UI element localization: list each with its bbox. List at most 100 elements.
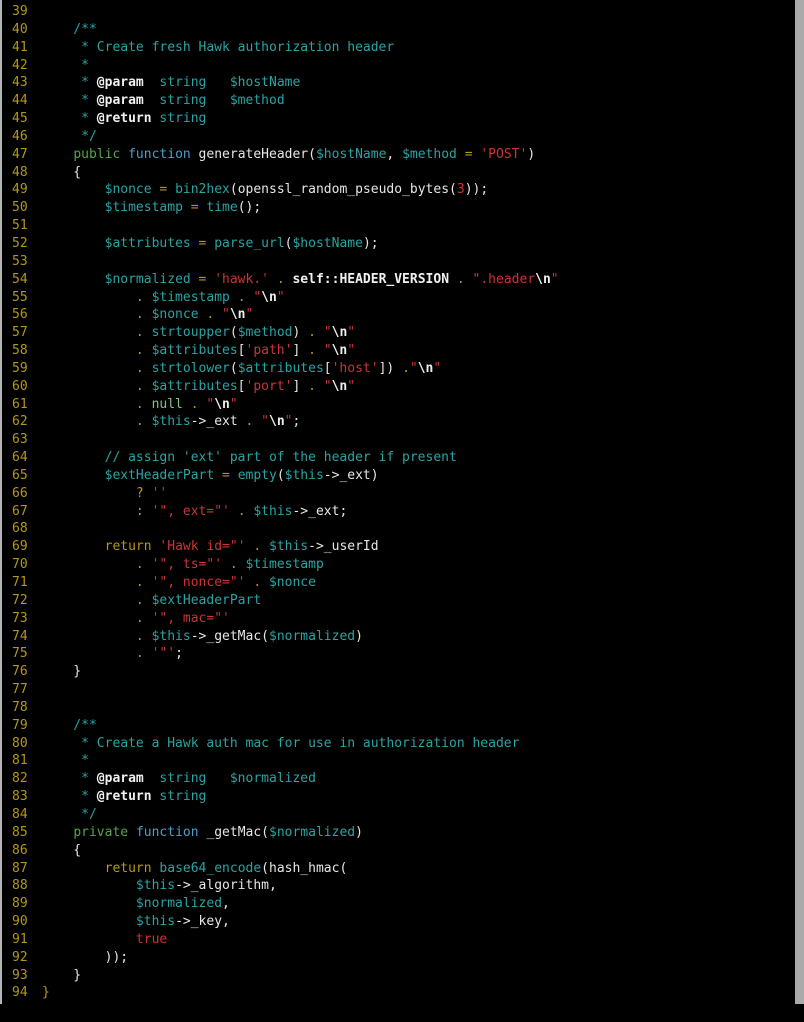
code-line[interactable]: 44 * @param string $method xyxy=(2,92,795,110)
token-es: \n xyxy=(261,290,277,305)
token-pl xyxy=(144,343,152,358)
line-number: 67 xyxy=(12,503,42,521)
code-line[interactable]: 77 xyxy=(2,681,795,699)
code-line[interactable]: 41 * Create fresh Hawk authorization hea… xyxy=(2,39,795,57)
code-line[interactable]: 90 $this->_key, xyxy=(2,913,795,931)
code-text: $this->_key, xyxy=(42,914,230,929)
code-line[interactable]: 71 . '", nonce="' . $nonce xyxy=(2,574,795,592)
code-line[interactable]: 40 /** xyxy=(2,21,795,39)
code-line[interactable]: 63 xyxy=(2,431,795,449)
code-line[interactable]: 88 $this->_algorithm, xyxy=(2,877,795,895)
code-line[interactable]: 82 * @param string $normalized xyxy=(2,770,795,788)
token-st: 3 xyxy=(457,182,465,197)
code-line[interactable]: 58 . $attributes['path'] . "\n" xyxy=(2,342,795,360)
token-id: base64_encode xyxy=(159,861,261,876)
token-bd: @return xyxy=(97,789,152,804)
code-line[interactable]: 55 . $timestamp . "\n" xyxy=(2,289,795,307)
code-line[interactable]: 68 xyxy=(2,520,795,538)
code-line[interactable]: 59 . strtolower($attributes['host']) ."\… xyxy=(2,360,795,378)
code-line[interactable]: 61 . null . "\n" xyxy=(2,396,795,414)
code-line[interactable]: 91 true xyxy=(2,931,795,949)
code-line[interactable]: 89 $normalized, xyxy=(2,895,795,913)
code-line[interactable]: 94} xyxy=(2,984,795,1002)
token-pl xyxy=(214,468,222,483)
code-line[interactable]: 49 $nonce = bin2hex(openssl_random_pseud… xyxy=(2,181,795,199)
code-line[interactable]: 53 xyxy=(2,253,795,271)
token-pl: ); xyxy=(363,236,379,251)
code-line[interactable]: 64 // assign 'ext' part of the header if… xyxy=(2,449,795,467)
code-line[interactable]: 47 public function generateHeader($hostN… xyxy=(2,146,795,164)
token-pl: generateHeader( xyxy=(191,147,316,162)
token-st: " xyxy=(277,290,285,305)
token-st: " xyxy=(324,379,332,394)
token-pl: ) xyxy=(355,629,363,644)
token-pl xyxy=(42,575,136,590)
code-line[interactable]: 42 * xyxy=(2,57,795,75)
code-line[interactable]: 73 . '", mac="' xyxy=(2,610,795,628)
code-line[interactable]: 66 ? '' xyxy=(2,485,795,503)
token-pl: [ xyxy=(324,361,332,376)
token-pl xyxy=(144,397,152,412)
line-number: 83 xyxy=(12,788,42,806)
token-st: " xyxy=(246,307,254,322)
token-op: . xyxy=(136,611,144,626)
line-number: 43 xyxy=(12,74,42,92)
code-line[interactable]: 74 . $this->_getMac($normalized) xyxy=(2,628,795,646)
code-line[interactable]: 51 xyxy=(2,217,795,235)
token-pl: ) xyxy=(527,147,535,162)
code-line[interactable]: 83 * @return string xyxy=(2,788,795,806)
code-line[interactable]: 56 . $nonce . "\n" xyxy=(2,306,795,324)
code-line[interactable]: 75 . '"'; xyxy=(2,645,795,663)
token-st: 'Hawk id="' xyxy=(159,539,245,554)
token-pl: ; xyxy=(292,414,300,429)
code-line[interactable]: 52 $attributes = parse_url($hostName); xyxy=(2,235,795,253)
code-line[interactable]: 79 /** xyxy=(2,717,795,735)
code-line[interactable]: 48 { xyxy=(2,164,795,182)
line-number: 77 xyxy=(12,681,42,699)
code-line[interactable]: 60 . $attributes['port'] . "\n" xyxy=(2,378,795,396)
code-line[interactable]: 72 . $extHeaderPart xyxy=(2,592,795,610)
token-id: strtoupper xyxy=(152,325,230,340)
token-st: " xyxy=(261,414,269,429)
code-text: . $extHeaderPart xyxy=(42,593,261,608)
code-line[interactable]: 57 . strtoupper($method) . "\n" xyxy=(2,324,795,342)
token-pl xyxy=(183,397,191,412)
code-line[interactable]: 39 xyxy=(2,3,795,21)
code-line[interactable]: 84 */ xyxy=(2,806,795,824)
code-line[interactable]: 92 )); xyxy=(2,949,795,967)
code-line[interactable]: 45 * @return string xyxy=(2,110,795,128)
code-line[interactable]: 67 : '", ext="' . $this->_ext; xyxy=(2,503,795,521)
code-line[interactable]: 93 } xyxy=(2,967,795,985)
token-cm: /** xyxy=(42,22,97,37)
code-line[interactable]: 65 $extHeaderPart = empty($this->_ext) xyxy=(2,467,795,485)
code-line[interactable]: 50 $timestamp = time(); xyxy=(2,199,795,217)
line-number: 89 xyxy=(12,895,42,913)
code-text: . strtoupper($method) . "\n" xyxy=(42,325,355,340)
token-pl xyxy=(222,557,230,572)
code-line[interactable]: 80 * Create a Hawk auth mac for use in a… xyxy=(2,735,795,753)
code-line[interactable]: 54 $normalized = 'hawk.' . self::HEADER_… xyxy=(2,271,795,289)
token-pl xyxy=(144,325,152,340)
code-line[interactable]: 86 { xyxy=(2,842,795,860)
line-number: 74 xyxy=(12,628,42,646)
code-line[interactable]: 70 . '", ts="' . $timestamp xyxy=(2,556,795,574)
code-line[interactable]: 76 } xyxy=(2,663,795,681)
scrollbar[interactable] xyxy=(795,0,804,1004)
code-line[interactable]: 69 return 'Hawk id="' . $this->_userId xyxy=(2,538,795,556)
code-line[interactable]: 85 private function _getMac($normalized) xyxy=(2,824,795,842)
code-line[interactable]: 81 * xyxy=(2,752,795,770)
code-area[interactable]: 3940 /**41 * Create fresh Hawk authoriza… xyxy=(2,0,795,1004)
token-op: . xyxy=(136,290,144,305)
code-text: . $nonce . "\n" xyxy=(42,307,253,322)
code-line[interactable]: 62 . $this->_ext . "\n"; xyxy=(2,413,795,431)
token-pl xyxy=(144,557,152,572)
code-line[interactable]: 46 */ xyxy=(2,128,795,146)
code-line[interactable]: 87 return base64_encode(hash_hmac( xyxy=(2,860,795,878)
code-line[interactable]: 43 * @param string $hostName xyxy=(2,74,795,92)
token-id: $extHeaderPart xyxy=(152,593,262,608)
token-id: $this xyxy=(136,878,175,893)
code-editor: 3940 /**41 * Create fresh Hawk authoriza… xyxy=(0,0,804,1004)
code-text: * xyxy=(42,753,89,768)
token-op: = xyxy=(465,147,473,162)
code-line[interactable]: 78 xyxy=(2,699,795,717)
